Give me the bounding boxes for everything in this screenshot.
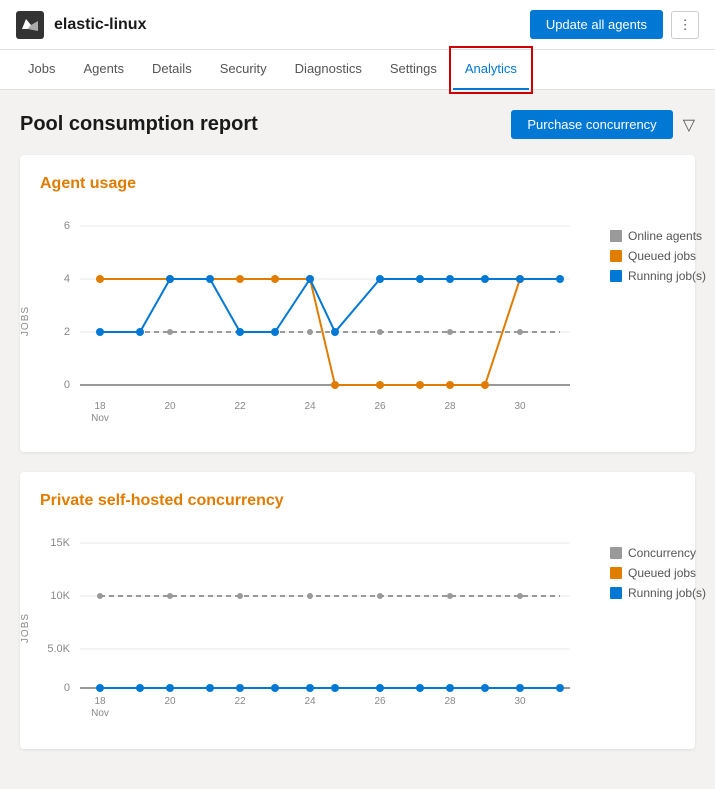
page-org-title: elastic-linux: [54, 16, 146, 34]
svg-text:22: 22: [234, 696, 246, 707]
svg-text:18: 18: [94, 401, 106, 412]
agent-usage-legend: Online agents Queued jobs Running job(s): [610, 209, 715, 283]
concurrency-y-label: JOBS: [20, 612, 31, 642]
nav-item-analytics[interactable]: Analytics: [453, 50, 529, 90]
agent-usage-title: Agent usage: [40, 175, 675, 193]
legend-running-jobs: Running job(s): [610, 269, 715, 283]
svg-text:2: 2: [64, 326, 70, 338]
logo: [16, 11, 44, 39]
update-agents-button[interactable]: Update all agents: [530, 10, 663, 39]
svg-text:26: 26: [374, 696, 386, 707]
page-header-actions: Purchase concurrency ▽: [511, 110, 695, 139]
svg-text:20: 20: [164, 401, 176, 412]
nav-item-agents[interactable]: Agents: [71, 50, 135, 90]
legend-dot-concurrency: [610, 547, 622, 559]
agent-usage-svg: 6 4 2 0 18 Nov 20 22 24 26 28: [70, 209, 590, 429]
nav-item-security[interactable]: Security: [208, 50, 279, 90]
page-header: Pool consumption report Purchase concurr…: [20, 110, 695, 139]
concurrency-legend: Concurrency Queued jobs Running job(s): [610, 526, 715, 600]
svg-text:24: 24: [304, 401, 316, 412]
legend-label-concurrency-running: Running job(s): [628, 586, 706, 600]
legend-label-concurrency: Concurrency: [628, 546, 696, 560]
legend-online-agents: Online agents: [610, 229, 715, 243]
app-header: elastic-linux Update all agents ⋮: [0, 0, 715, 50]
header-actions: Update all agents ⋮: [530, 10, 699, 39]
legend-dot-running-jobs: [610, 270, 622, 282]
filter-icon[interactable]: ▽: [683, 115, 695, 135]
nav-item-diagnostics[interactable]: Diagnostics: [283, 50, 374, 90]
legend-label-queued-jobs: Queued jobs: [628, 249, 696, 263]
legend-dot-concurrency-running: [610, 587, 622, 599]
svg-text:6: 6: [64, 220, 70, 232]
svg-text:24: 24: [304, 696, 316, 707]
main-content: Pool consumption report Purchase concurr…: [0, 90, 715, 789]
agent-usage-card: Agent usage JOBS 6 4 2 0 18 Nov: [20, 155, 695, 452]
legend-concurrency: Concurrency: [610, 546, 715, 560]
legend-dot-queued-jobs: [610, 250, 622, 262]
legend-label-concurrency-queued: Queued jobs: [628, 566, 696, 580]
svg-text:15K: 15K: [50, 537, 70, 549]
legend-queued-jobs: Queued jobs: [610, 249, 715, 263]
concurrency-chart-area: JOBS 15K 10K 5.0K 0 18 Nov 20 22: [40, 526, 675, 729]
more-options-button[interactable]: ⋮: [671, 11, 699, 39]
svg-text:26: 26: [374, 401, 386, 412]
legend-label-online-agents: Online agents: [628, 229, 702, 243]
concurrency-svg: 15K 10K 5.0K 0 18 Nov 20 22 24 26: [70, 526, 590, 726]
header-left: elastic-linux: [16, 11, 146, 39]
svg-text:28: 28: [444, 401, 456, 412]
svg-text:0: 0: [64, 682, 70, 694]
agent-usage-chart-wrapper: JOBS 6 4 2 0 18 Nov 20 22: [40, 209, 590, 432]
svg-text:18: 18: [94, 696, 106, 707]
legend-dot-online-agents: [610, 230, 622, 242]
nav-item-details[interactable]: Details: [140, 50, 204, 90]
concurrency-card: Private self-hosted concurrency JOBS 15K…: [20, 472, 695, 749]
svg-text:20: 20: [164, 696, 176, 707]
svg-text:5.0K: 5.0K: [47, 643, 70, 655]
concurrency-chart-wrapper: JOBS 15K 10K 5.0K 0 18 Nov 20 22: [40, 526, 590, 729]
svg-text:30: 30: [514, 401, 526, 412]
legend-label-running-jobs: Running job(s): [628, 269, 706, 283]
legend-concurrency-running: Running job(s): [610, 586, 715, 600]
agent-usage-y-label: JOBS: [20, 305, 31, 335]
svg-text:0: 0: [64, 379, 70, 391]
legend-concurrency-queued: Queued jobs: [610, 566, 715, 580]
agent-usage-chart-area: JOBS 6 4 2 0 18 Nov 20 22: [40, 209, 675, 432]
nav-bar: Jobs Agents Details Security Diagnostics…: [0, 50, 715, 90]
svg-text:Nov: Nov: [91, 708, 109, 719]
svg-text:30: 30: [514, 696, 526, 707]
svg-text:Nov: Nov: [91, 413, 109, 424]
svg-text:28: 28: [444, 696, 456, 707]
page-title: Pool consumption report: [20, 113, 258, 136]
legend-dot-concurrency-queued: [610, 567, 622, 579]
purchase-concurrency-button[interactable]: Purchase concurrency: [511, 110, 672, 139]
concurrency-title: Private self-hosted concurrency: [40, 492, 675, 510]
svg-text:22: 22: [234, 401, 246, 412]
nav-item-jobs[interactable]: Jobs: [16, 50, 67, 90]
svg-text:4: 4: [64, 273, 70, 285]
svg-text:10K: 10K: [50, 590, 70, 602]
nav-item-settings[interactable]: Settings: [378, 50, 449, 90]
